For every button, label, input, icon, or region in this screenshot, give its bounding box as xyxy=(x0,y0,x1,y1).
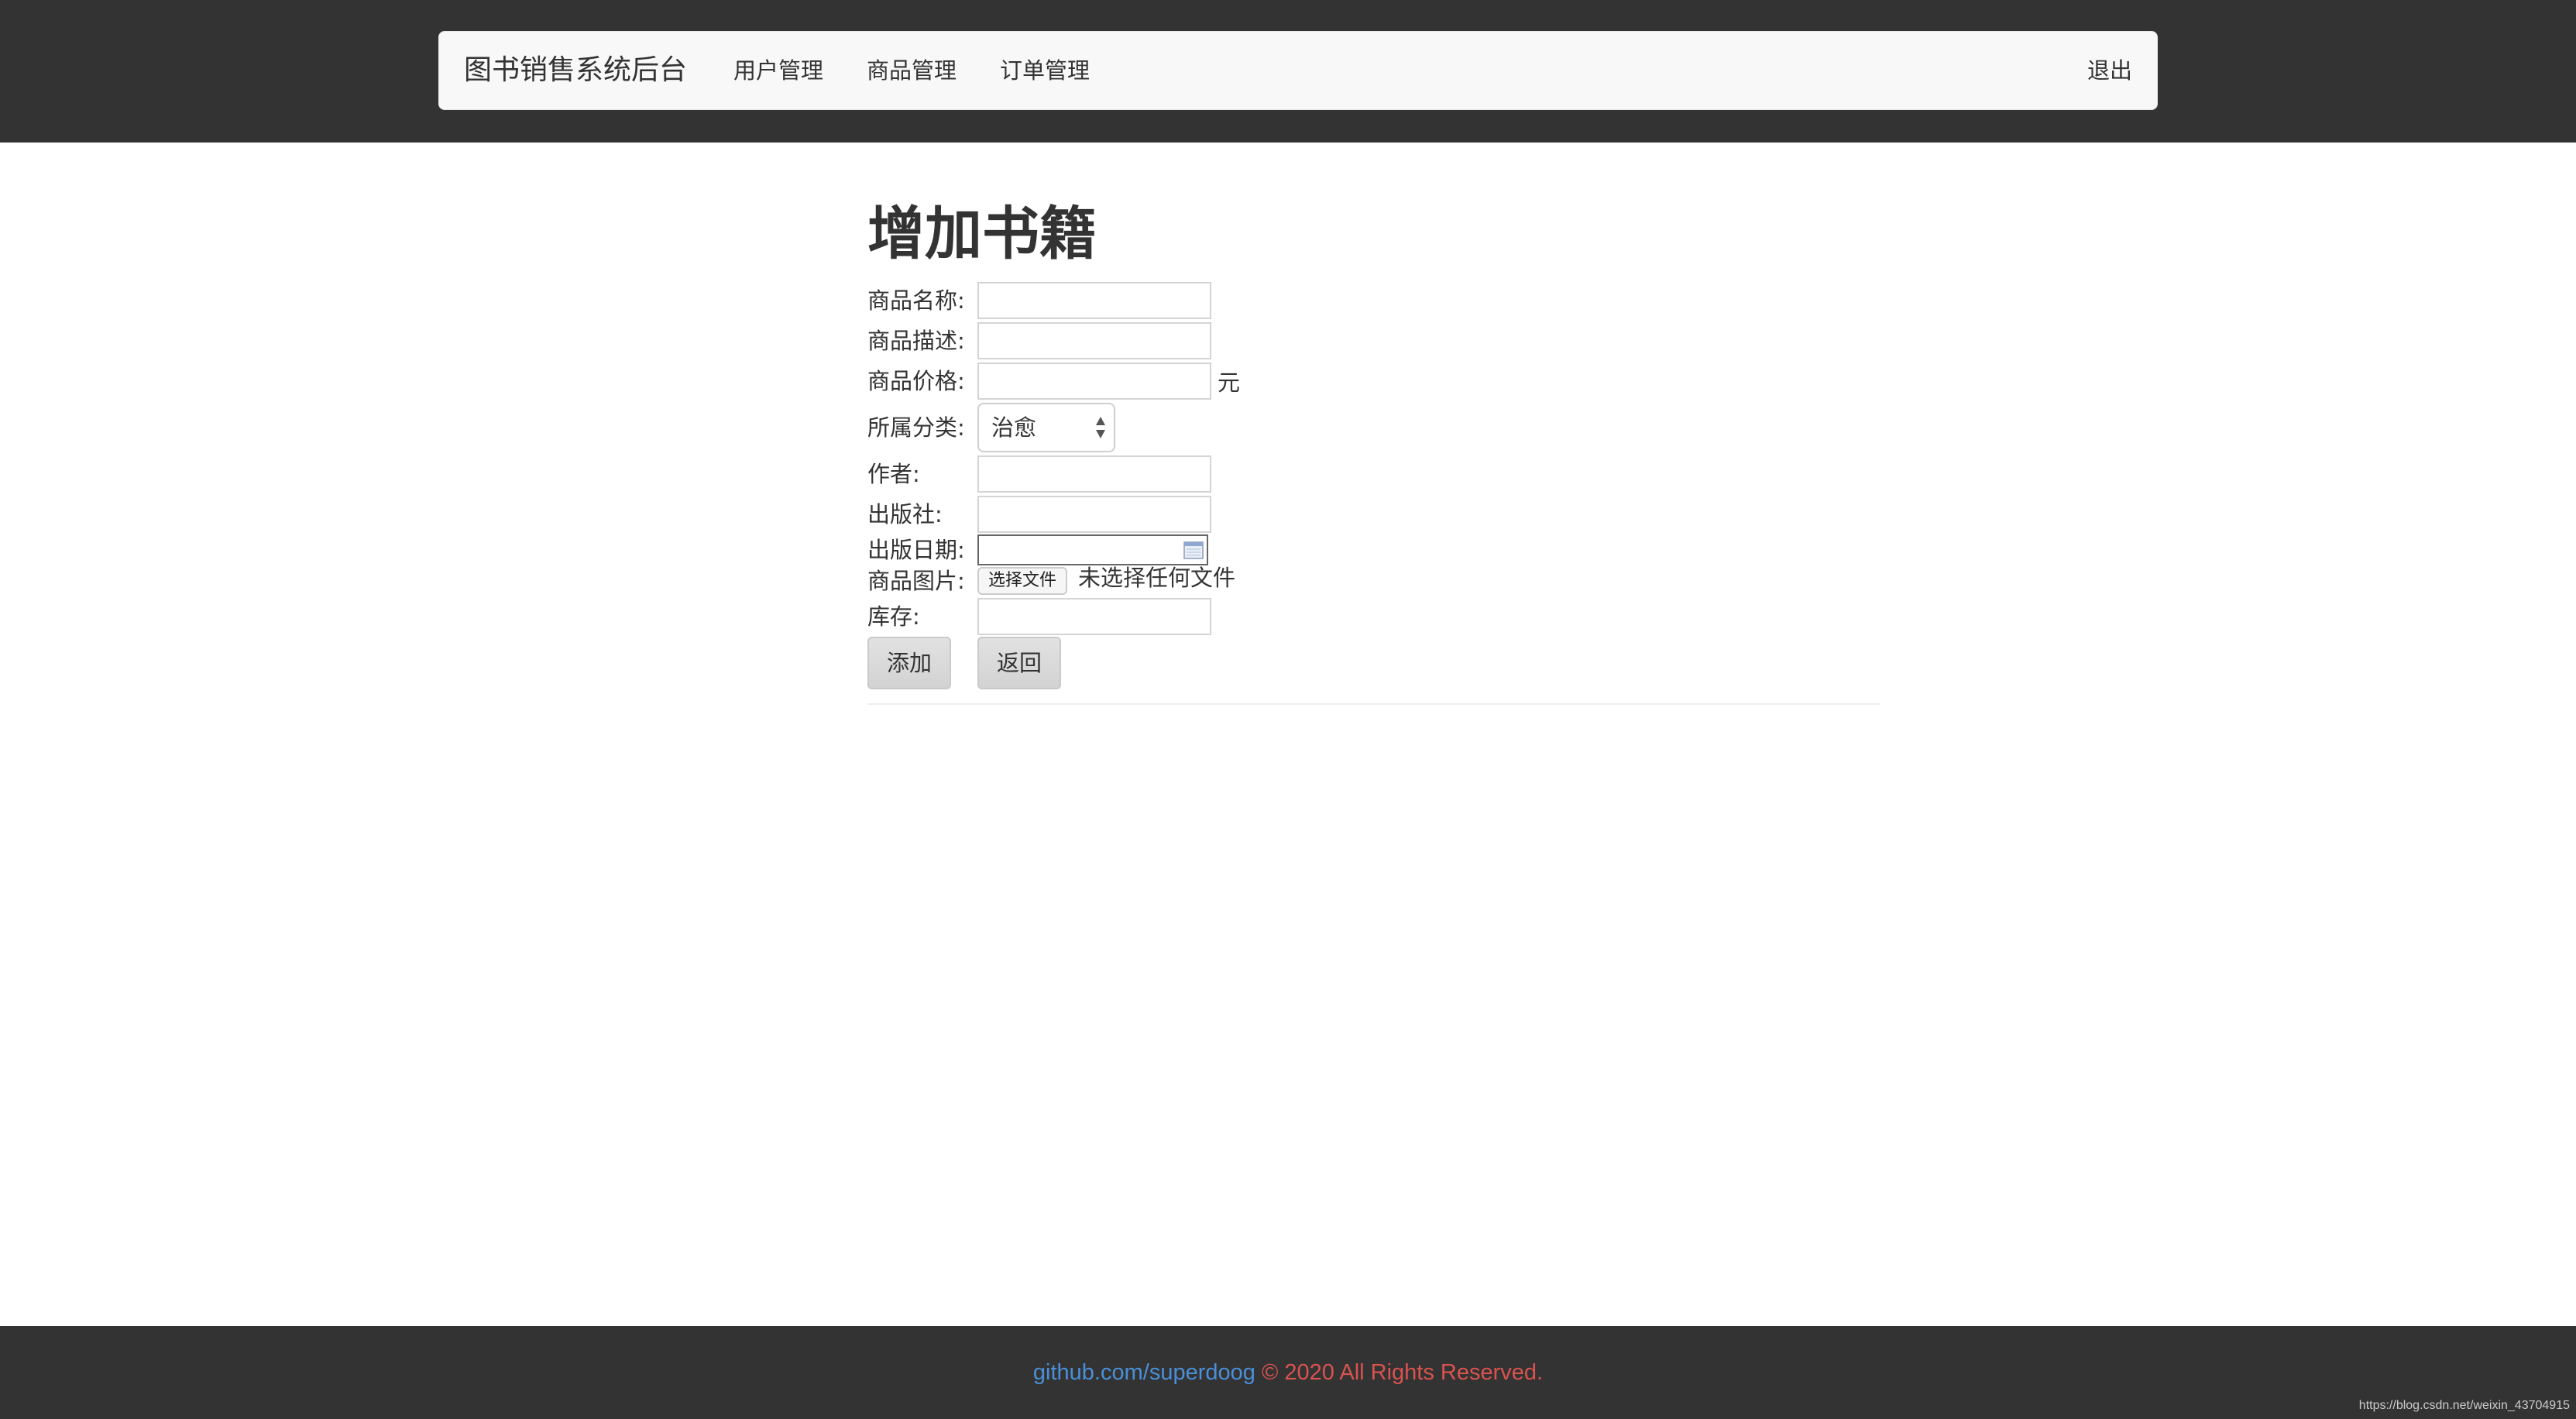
header-band: 图书销售系统后台 用户管理 商品管理 订单管理 退出 xyxy=(0,0,2576,143)
nav-product-management[interactable]: 商品管理 xyxy=(867,32,957,109)
product-description-input[interactable] xyxy=(977,322,1211,359)
footer: github.com/superdoog © 2020 All Rights R… xyxy=(0,1326,2576,1419)
category-select[interactable]: 治愈 xyxy=(977,403,1115,452)
footer-github-link[interactable]: github.com/superdoog xyxy=(1033,1360,1255,1385)
product-price-label: 商品价格: xyxy=(867,368,965,394)
product-name-input[interactable] xyxy=(977,282,1211,319)
product-name-label: 商品名称: xyxy=(867,287,965,314)
watermark-url: https://blog.csdn.net/weixin_43704915 xyxy=(2358,1399,2570,1412)
category-label: 所属分类: xyxy=(867,414,965,441)
brand-title[interactable]: 图书销售系统后台 xyxy=(464,32,687,109)
price-unit-label: 元 xyxy=(1218,369,1241,396)
file-status-text: 未选择任何文件 xyxy=(1078,565,1236,591)
publisher-label: 出版社: xyxy=(867,501,943,527)
publish-date-label: 出版日期: xyxy=(867,537,965,563)
form-divider xyxy=(867,703,1880,705)
stock-input[interactable] xyxy=(977,598,1211,635)
footer-copyright: © 2020 All Rights Reserved. xyxy=(1255,1360,1544,1385)
page-title: 增加书籍 xyxy=(867,201,1097,267)
choose-file-button[interactable]: 选择文件 xyxy=(977,567,1068,595)
nav-order-management[interactable]: 订单管理 xyxy=(1000,32,1090,109)
navbar: 图书销售系统后台 用户管理 商品管理 订单管理 退出 xyxy=(438,31,2158,110)
select-arrows-icon xyxy=(1096,417,1105,438)
category-selected-value: 治愈 xyxy=(991,414,1037,441)
footer-text: github.com/superdoog © 2020 All Rights R… xyxy=(0,1326,2576,1419)
calendar-icon[interactable] xyxy=(1183,540,1204,560)
add-button[interactable]: 添加 xyxy=(867,637,951,689)
logout-link[interactable]: 退出 xyxy=(2087,32,2132,109)
product-image-label: 商品图片: xyxy=(867,568,965,594)
stock-label: 库存: xyxy=(867,603,920,630)
publisher-input[interactable] xyxy=(977,496,1211,533)
author-input[interactable] xyxy=(977,455,1211,493)
product-price-input[interactable] xyxy=(977,362,1211,400)
back-button[interactable]: 返回 xyxy=(977,637,1061,689)
author-label: 作者: xyxy=(867,461,920,487)
nav-user-management[interactable]: 用户管理 xyxy=(733,32,823,109)
publish-date-input[interactable] xyxy=(977,534,1208,565)
product-description-label: 商品描述: xyxy=(867,328,965,354)
